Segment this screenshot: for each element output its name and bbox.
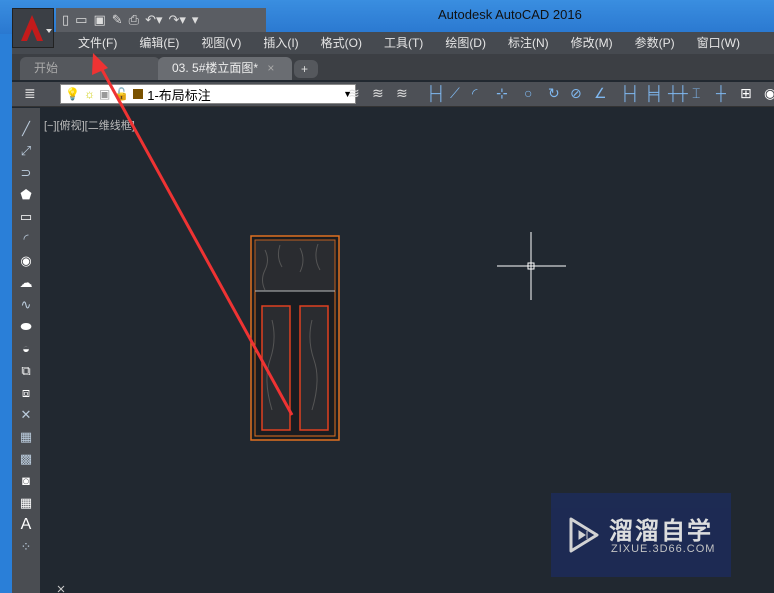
watermark-url: ZIXUE.3D66.COM (611, 543, 716, 555)
door-elevation (250, 235, 340, 441)
watermark-logo: 溜溜自学 ZIXUE.3D66.COM (551, 493, 731, 577)
crosshair-cursor (497, 232, 566, 300)
watermark-title: 溜溜自学 (609, 518, 713, 545)
ucs-icon (57, 585, 65, 593)
red-arrow-annotation (92, 53, 294, 416)
play-logo-icon (569, 517, 599, 553)
